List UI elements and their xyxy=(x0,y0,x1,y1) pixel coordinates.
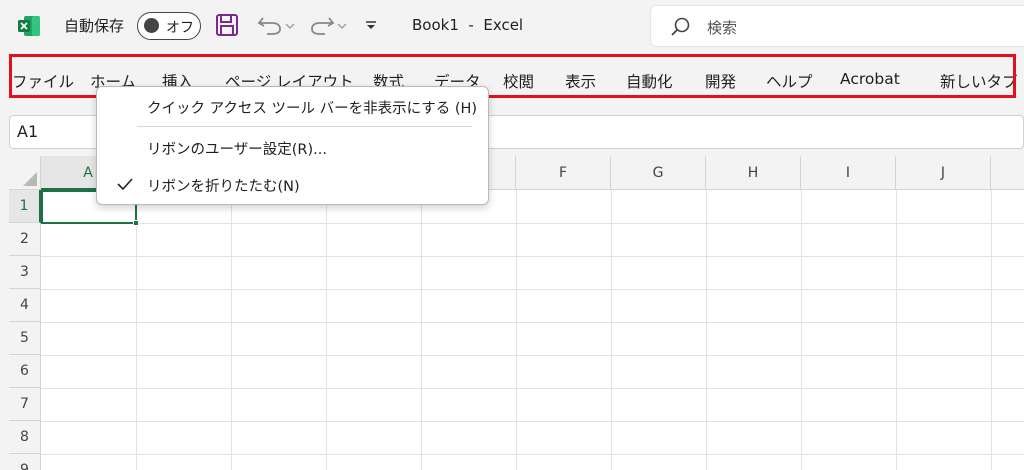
grid-line xyxy=(41,454,1024,455)
name-box-value: A1 xyxy=(17,122,39,141)
row-header[interactable]: 7 xyxy=(9,388,41,421)
tab-acrobat[interactable]: Acrobat xyxy=(840,70,900,88)
ribbon-context-menu: クイック アクセス ツール バーを非表示にする (H) リボンのユーザー設定(R… xyxy=(96,86,489,205)
select-all-triangle-icon xyxy=(23,172,37,186)
column-header[interactable]: I xyxy=(801,156,896,190)
grid-line xyxy=(516,190,517,470)
title-bar: 自動保存 オフ Book1 - Excel 検索 xyxy=(0,0,1024,52)
row-header[interactable]: 6 xyxy=(9,355,41,388)
column-header[interactable]: G xyxy=(611,156,706,190)
grid-line xyxy=(41,421,1024,422)
grid-line xyxy=(896,190,897,470)
excel-window: 自動保存 オフ Book1 - Excel 検索 ファイル ホーム 挿入 ページ… xyxy=(0,0,1024,470)
grid-line xyxy=(41,256,1024,257)
formula-input[interactable] xyxy=(480,115,1024,149)
column-header[interactable]: J xyxy=(896,156,991,190)
autosave-state: オフ xyxy=(166,20,194,36)
tab-new-tab[interactable]: 新しいタブ xyxy=(940,70,1018,92)
column-header[interactable]: H xyxy=(706,156,801,190)
menu-item-label: クイック アクセス ツール バーを非表示にする (H) xyxy=(147,101,478,117)
grid-line xyxy=(991,190,992,470)
autosave-label: 自動保存 xyxy=(64,17,125,35)
grid-line xyxy=(801,190,802,470)
row-header[interactable]: 1 xyxy=(9,190,41,223)
column-header-partial[interactable] xyxy=(991,156,1024,190)
tab-file[interactable]: ファイル xyxy=(12,70,74,92)
search-box[interactable]: 検索 xyxy=(650,5,1024,47)
name-box[interactable]: A1 xyxy=(9,115,104,149)
row-header[interactable]: 2 xyxy=(9,223,41,256)
row-header[interactable]: 5 xyxy=(9,322,41,355)
row-header[interactable]: 9 xyxy=(9,454,41,470)
tab-developer[interactable]: 開発 xyxy=(705,70,736,92)
menu-item-collapse-ribbon[interactable]: リボンを折りたたむ(N) xyxy=(97,167,488,203)
column-header[interactable]: F xyxy=(516,156,611,190)
menu-item-hide-qat[interactable]: クイック アクセス ツール バーを非表示にする (H) xyxy=(97,89,488,125)
grid-line xyxy=(136,190,137,470)
redo-icon[interactable] xyxy=(309,14,335,36)
menu-item-label: リボンのユーザー設定(R)... xyxy=(147,142,327,158)
row-header[interactable]: 3 xyxy=(9,256,41,289)
excel-logo-icon[interactable] xyxy=(18,16,40,36)
tab-help[interactable]: ヘルプ xyxy=(766,70,813,92)
autosave-toggle[interactable]: オフ xyxy=(137,12,201,40)
grid-line xyxy=(231,190,232,470)
tab-view[interactable]: 表示 xyxy=(565,70,596,92)
undo-icon[interactable] xyxy=(257,14,283,36)
customize-qat-icon[interactable] xyxy=(365,21,377,31)
fill-handle[interactable] xyxy=(133,220,139,226)
grid-line xyxy=(41,289,1024,290)
search-placeholder: 検索 xyxy=(707,19,738,37)
grid-line xyxy=(611,190,612,470)
toggle-knob xyxy=(144,18,159,33)
document-title: Book1 - Excel xyxy=(412,16,524,34)
search-icon xyxy=(671,17,690,36)
check-icon xyxy=(117,178,133,191)
select-all-button[interactable] xyxy=(9,156,41,190)
row-header[interactable]: 8 xyxy=(9,421,41,454)
menu-item-customize-ribbon[interactable]: リボンのユーザー設定(R)... xyxy=(97,130,488,166)
save-icon[interactable] xyxy=(215,13,239,37)
grid-line xyxy=(41,322,1024,323)
menu-item-label: リボンを折りたたむ(N) xyxy=(147,179,300,195)
undo-dropdown-chevron-icon[interactable] xyxy=(285,22,295,30)
grid-line xyxy=(41,355,1024,356)
tab-review[interactable]: 校閲 xyxy=(503,70,534,92)
grid-line xyxy=(326,190,327,470)
menu-separator xyxy=(137,126,472,127)
grid-line xyxy=(41,388,1024,389)
grid-line xyxy=(706,190,707,470)
tab-automate[interactable]: 自動化 xyxy=(626,70,673,92)
grid-line xyxy=(41,223,1024,224)
grid-line xyxy=(421,190,422,470)
row-header[interactable]: 4 xyxy=(9,289,41,322)
redo-dropdown-chevron-icon[interactable] xyxy=(337,22,347,30)
